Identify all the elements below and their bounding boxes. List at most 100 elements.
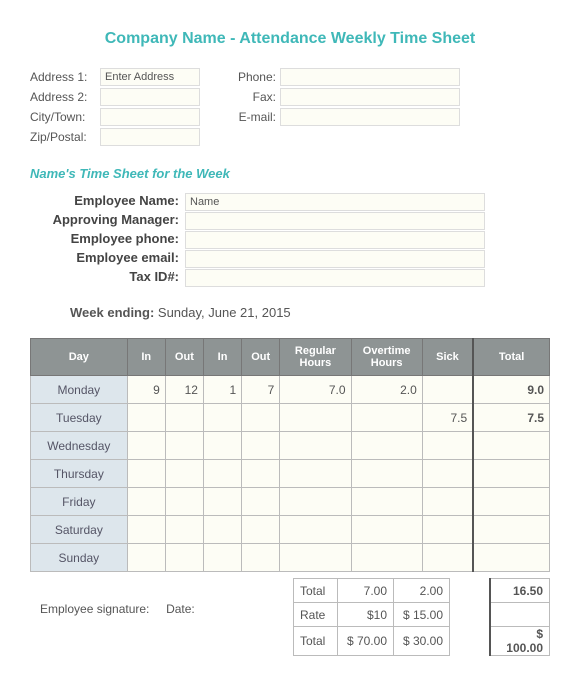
th-day: Day [31, 339, 128, 376]
ot-cell[interactable] [351, 460, 422, 488]
reg-cell[interactable] [280, 404, 351, 432]
total-cell [473, 488, 549, 516]
mgr-field[interactable] [185, 212, 485, 230]
reg-cell[interactable] [280, 460, 351, 488]
in-cell[interactable] [127, 404, 165, 432]
day-cell: Thursday [31, 460, 128, 488]
employee-section: Employee Name: Name Approving Manager: E… [30, 193, 550, 287]
emp-phone-field[interactable] [185, 231, 485, 249]
emp-email-field[interactable] [185, 250, 485, 268]
address2-field[interactable] [100, 88, 200, 106]
in2-cell[interactable]: 1 [203, 376, 241, 404]
city-label: City/Town: [30, 110, 100, 124]
zip-field[interactable] [100, 128, 200, 146]
in-cell[interactable] [127, 544, 165, 572]
out-cell[interactable] [165, 488, 203, 516]
total-cell [473, 432, 549, 460]
total-cell [473, 516, 549, 544]
in2-cell[interactable] [203, 488, 241, 516]
in2-cell[interactable] [203, 460, 241, 488]
day-cell: Tuesday [31, 404, 128, 432]
reg-cell[interactable] [280, 432, 351, 460]
sick-cell[interactable] [422, 432, 473, 460]
address1-field[interactable]: Enter Address [100, 68, 200, 86]
out-cell[interactable] [165, 544, 203, 572]
reg-cell[interactable] [280, 488, 351, 516]
page-title: Company Name - Attendance Weekly Time Sh… [30, 30, 550, 48]
sick-cell[interactable] [422, 460, 473, 488]
out-cell[interactable] [165, 460, 203, 488]
week-ending: Week ending: Sunday, June 21, 2015 [70, 305, 550, 320]
tax-field[interactable] [185, 269, 485, 287]
day-cell: Saturday [31, 516, 128, 544]
in-cell[interactable] [127, 432, 165, 460]
reg-cell[interactable] [280, 544, 351, 572]
tax-label: Tax ID#: [30, 269, 185, 287]
table-row: Saturday [31, 516, 550, 544]
out2-cell[interactable] [242, 516, 280, 544]
phone-label: Phone: [230, 70, 280, 84]
out2-cell[interactable] [242, 432, 280, 460]
out2-cell[interactable] [242, 488, 280, 516]
summary-table: Total 7.00 2.00 16.50 Rate $10 $ 15.00 T… [293, 578, 550, 656]
day-cell: Friday [31, 488, 128, 516]
in2-cell[interactable] [203, 404, 241, 432]
total-cell: 9.0 [473, 376, 549, 404]
date-label: Date: [166, 602, 195, 616]
week-ending-value: Sunday, June 21, 2015 [158, 305, 291, 320]
in-cell[interactable]: 9 [127, 376, 165, 404]
sick-cell[interactable] [422, 544, 473, 572]
out-cell[interactable]: 12 [165, 376, 203, 404]
sick-cell[interactable]: 7.5 [422, 404, 473, 432]
ot-cell[interactable] [351, 488, 422, 516]
out-cell[interactable] [165, 404, 203, 432]
ot-cell[interactable] [351, 432, 422, 460]
table-row: Monday912177.02.09.0 [31, 376, 550, 404]
sick-cell[interactable] [422, 516, 473, 544]
in2-cell[interactable] [203, 544, 241, 572]
city-field[interactable] [100, 108, 200, 126]
sum-total-all: 16.50 [490, 579, 550, 603]
reg-cell[interactable] [280, 516, 351, 544]
timesheet-table: Day In Out In Out Regular Hours Overtime… [30, 338, 550, 572]
contact-section: Address 1: Enter Address Phone: Address … [30, 68, 550, 146]
in-cell[interactable] [127, 516, 165, 544]
total-cell: 7.5 [473, 404, 549, 432]
total-cell [473, 544, 549, 572]
in-cell[interactable] [127, 460, 165, 488]
out-cell[interactable] [165, 432, 203, 460]
out2-cell[interactable] [242, 404, 280, 432]
th-out2: Out [242, 339, 280, 376]
reg-cell[interactable]: 7.0 [280, 376, 351, 404]
out2-cell[interactable] [242, 544, 280, 572]
emp-email-label: Employee email: [30, 250, 185, 268]
day-cell: Wednesday [31, 432, 128, 460]
zip-label: Zip/Postal: [30, 130, 100, 144]
table-row: Tuesday 7.57.5 [31, 404, 550, 432]
out2-cell[interactable]: 7 [242, 376, 280, 404]
in2-cell[interactable] [203, 516, 241, 544]
ot-cell[interactable] [351, 516, 422, 544]
ot-cell[interactable] [351, 544, 422, 572]
ot-cell[interactable]: 2.0 [351, 376, 422, 404]
in2-cell[interactable] [203, 432, 241, 460]
th-in: In [127, 339, 165, 376]
sum-rate-reg: $10 [338, 603, 394, 627]
email-field[interactable] [280, 108, 460, 126]
emp-name-field[interactable]: Name [185, 193, 485, 211]
sick-cell[interactable] [422, 488, 473, 516]
subtitle: Name's Time Sheet for the Week [30, 166, 550, 181]
table-row: Friday [31, 488, 550, 516]
fax-field[interactable] [280, 88, 460, 106]
signature-section: Employee signature: Date: [30, 578, 293, 616]
out-cell[interactable] [165, 516, 203, 544]
in-cell[interactable] [127, 488, 165, 516]
sum-total-label: Total [294, 579, 338, 603]
emp-phone-label: Employee phone: [30, 231, 185, 249]
ot-cell[interactable] [351, 404, 422, 432]
sum-total-ot: 2.00 [394, 579, 450, 603]
out2-cell[interactable] [242, 460, 280, 488]
sick-cell[interactable] [422, 376, 473, 404]
phone-field[interactable] [280, 68, 460, 86]
sum-rate-ot: $ 15.00 [394, 603, 450, 627]
